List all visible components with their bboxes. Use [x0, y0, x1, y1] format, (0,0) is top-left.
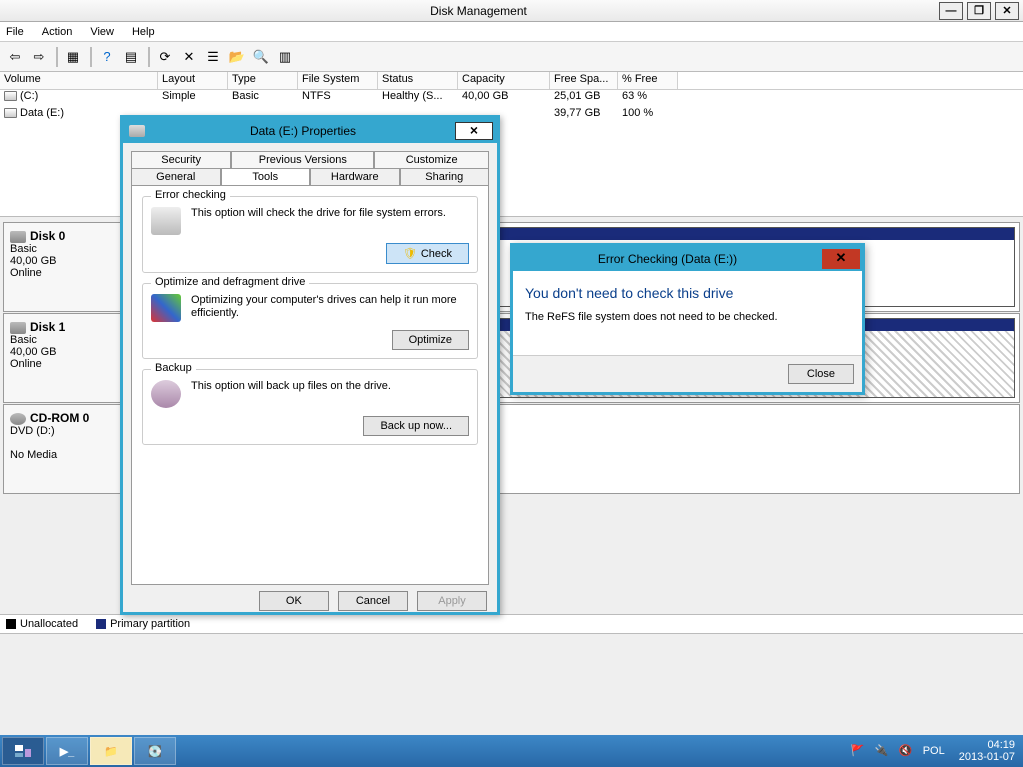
- tab-security[interactable]: Security: [131, 151, 231, 168]
- delete-icon[interactable]: ✕: [178, 46, 200, 68]
- col-status[interactable]: Status: [378, 72, 458, 89]
- search-icon[interactable]: 🔍: [250, 46, 272, 68]
- close-button[interactable]: Close: [788, 364, 854, 384]
- col-volume[interactable]: Volume: [0, 72, 158, 89]
- properties-icon[interactable]: ▦: [62, 46, 84, 68]
- col-layout[interactable]: Layout: [158, 72, 228, 89]
- cdrom-icon: [10, 413, 26, 425]
- drive-icon: [4, 91, 17, 101]
- col-capacity[interactable]: Capacity: [458, 72, 550, 89]
- error-checking-messagebox: Error Checking (Data (E:)) ✕ You don't n…: [510, 243, 865, 395]
- backup-icon: [151, 380, 181, 408]
- drive-icon: [4, 108, 17, 118]
- taskbar-disk-management[interactable]: 💽: [134, 737, 176, 765]
- swatch-unallocated: [6, 619, 16, 629]
- ok-button[interactable]: OK: [259, 591, 329, 611]
- close-button[interactable]: ✕: [995, 2, 1019, 20]
- language-indicator[interactable]: POL: [923, 745, 945, 757]
- taskbar-server-manager[interactable]: [2, 737, 44, 765]
- menu-help[interactable]: Help: [132, 26, 155, 38]
- clock[interactable]: 04:19 2013-01-07: [959, 739, 1015, 763]
- defrag-icon: [151, 294, 181, 322]
- separator: [90, 47, 92, 67]
- col-fs[interactable]: File System: [298, 72, 378, 89]
- error-checking-group: Error checking This option will check th…: [142, 196, 478, 273]
- help-icon[interactable]: ?: [96, 46, 118, 68]
- menu-view[interactable]: View: [90, 26, 114, 38]
- col-type[interactable]: Type: [228, 72, 298, 89]
- msgbox-titlebar[interactable]: Error Checking (Data (E:)) ✕: [513, 246, 862, 271]
- open-icon[interactable]: 📂: [226, 46, 248, 68]
- disk-icon: [10, 322, 26, 334]
- window-title: Disk Management: [20, 4, 937, 18]
- sound-icon[interactable]: 🔇: [899, 744, 913, 758]
- dialog-titlebar[interactable]: Data (E:) Properties ×: [123, 118, 497, 143]
- detail-icon[interactable]: ▥: [274, 46, 296, 68]
- check-button[interactable]: 🛡Check: [386, 243, 469, 264]
- forward-icon[interactable]: ⇨: [28, 46, 50, 68]
- tab-customize[interactable]: Customize: [374, 151, 489, 168]
- cancel-button[interactable]: Cancel: [338, 591, 408, 611]
- msgbox-heading: You don't need to check this drive: [525, 285, 850, 301]
- tab-sharing[interactable]: Sharing: [400, 168, 490, 185]
- maximize-button[interactable]: ❐: [967, 2, 991, 20]
- list-icon[interactable]: ☰: [202, 46, 224, 68]
- backup-button[interactable]: Back up now...: [363, 416, 469, 436]
- close-icon[interactable]: ✕: [822, 249, 860, 269]
- system-tray: 🚩 🔌 🔇 POL 04:19 2013-01-07: [841, 739, 1023, 763]
- tab-hardware[interactable]: Hardware: [310, 168, 400, 185]
- back-icon[interactable]: ⇦: [4, 46, 26, 68]
- drive-check-icon: [151, 207, 181, 235]
- toolbar: ⇦ ⇨ ▦ ? ▤ ⟳ ✕ ☰ 📂 🔍 ▥: [0, 42, 1023, 72]
- taskbar-explorer[interactable]: 📁: [90, 737, 132, 765]
- properties-dialog: Data (E:) Properties × Security Previous…: [120, 115, 500, 615]
- swatch-primary: [96, 619, 106, 629]
- separator: [56, 47, 58, 67]
- optimize-group: Optimize and defragment drive Optimizing…: [142, 283, 478, 359]
- options-icon[interactable]: ▤: [120, 46, 142, 68]
- main-titlebar: Disk Management — ❐ ✕: [0, 0, 1023, 22]
- col-pct[interactable]: % Free: [618, 72, 678, 89]
- separator: [148, 47, 150, 67]
- msgbox-text: The ReFS file system does not need to be…: [525, 311, 850, 323]
- table-row[interactable]: (C:) Simple Basic NTFS Healthy (S... 40,…: [0, 90, 1023, 107]
- taskbar-powershell[interactable]: ▶_: [46, 737, 88, 765]
- disk-icon: [10, 231, 26, 243]
- backup-group: Backup This option will back up files on…: [142, 369, 478, 445]
- menu-file[interactable]: File: [6, 26, 24, 38]
- tab-previous-versions[interactable]: Previous Versions: [231, 151, 374, 168]
- flag-icon[interactable]: 🚩: [851, 744, 865, 758]
- taskbar: ▶_ 📁 💽 🚩 🔌 🔇 POL 04:19 2013-01-07: [0, 735, 1023, 767]
- minimize-button[interactable]: —: [939, 2, 963, 20]
- tab-general[interactable]: General: [131, 168, 221, 185]
- legend: Unallocated Primary partition: [0, 614, 1023, 634]
- network-icon[interactable]: 🔌: [875, 744, 889, 758]
- apply-button: Apply: [417, 591, 487, 611]
- refresh-icon[interactable]: ⟳: [154, 46, 176, 68]
- menu-bar: File Action View Help: [0, 22, 1023, 42]
- tab-tools[interactable]: Tools: [221, 168, 311, 185]
- drive-icon: [129, 125, 145, 137]
- menu-action[interactable]: Action: [42, 26, 73, 38]
- optimize-button[interactable]: Optimize: [392, 330, 469, 350]
- col-free[interactable]: Free Spa...: [550, 72, 618, 89]
- close-icon[interactable]: ×: [455, 122, 493, 140]
